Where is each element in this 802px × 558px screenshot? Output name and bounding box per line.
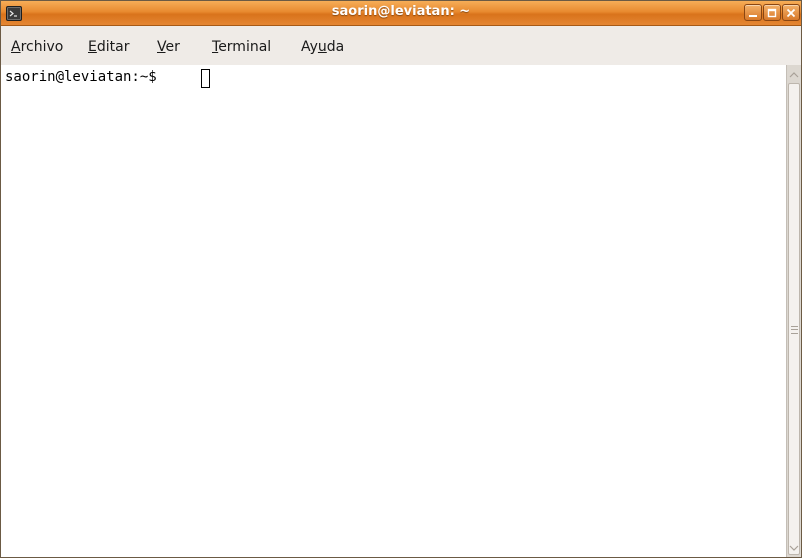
menu-terminal-label: erminal — [218, 39, 272, 55]
menu-editar[interactable]: Editar — [88, 39, 129, 55]
close-icon — [786, 8, 796, 18]
shell-prompt: saorin@leviatan:~$ — [5, 69, 166, 85]
scrollbar-thumb[interactable] — [788, 83, 800, 555]
maximize-icon — [767, 8, 777, 18]
menu-ayuda-label-pre: Ay — [301, 39, 318, 55]
menu-archivo-label: rchivo — [20, 39, 64, 55]
minimize-button[interactable] — [744, 4, 762, 21]
menu-bar: Archivo Editar Ver Terminal Ayuda — [1, 26, 801, 66]
menu-terminal[interactable]: Terminal — [212, 39, 271, 55]
window-title: saorin@leviatan: ~ — [331, 4, 471, 19]
minimize-icon — [749, 15, 757, 17]
terminal-text-area[interactable]: saorin@leviatan:~$ — [1, 65, 786, 557]
menu-ayuda-label: da — [326, 39, 345, 55]
scroll-up-arrow-icon — [789, 72, 799, 78]
menu-ver[interactable]: Ver — [157, 39, 180, 55]
scroll-down-arrow-icon — [789, 545, 799, 551]
menu-editar-label: ditar — [96, 39, 130, 55]
text-cursor — [201, 69, 210, 88]
vertical-scrollbar[interactable] — [786, 65, 801, 557]
terminal-icon[interactable] — [6, 6, 22, 21]
menu-ayuda-mnemonic: u — [317, 39, 327, 55]
menu-archivo[interactable]: Archivo — [11, 39, 63, 55]
menu-ver-mnemonic: V — [157, 39, 166, 55]
menu-archivo-mnemonic: A — [11, 39, 21, 55]
maximize-button[interactable] — [763, 4, 781, 21]
menu-ayuda[interactable]: Ayuda — [301, 39, 344, 55]
scroll-up-button[interactable] — [787, 68, 801, 82]
title-bar[interactable]: saorin@leviatan: ~ — [1, 1, 801, 26]
menu-ver-label: er — [165, 39, 180, 55]
terminal-window: saorin@leviatan: ~ Archivo Editar Ver Te… — [0, 0, 802, 558]
scrollbar-grip-icon — [791, 326, 798, 334]
scroll-down-button[interactable] — [787, 542, 801, 556]
close-button[interactable] — [782, 4, 800, 21]
menu-editar-mnemonic: E — [88, 39, 97, 55]
